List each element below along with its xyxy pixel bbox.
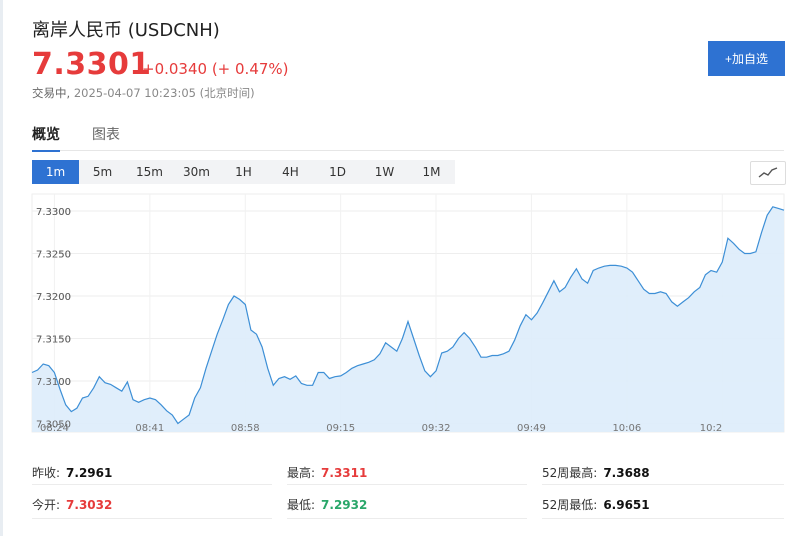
x-tick-label: 10:2 [700, 423, 722, 434]
x-tick-label: 09:15 [326, 423, 355, 434]
stat-prev-close: 昨收: 7.2961 [32, 464, 112, 481]
x-tick-label: 09:49 [517, 423, 546, 434]
price-chart: 7.30507.31007.31507.32007.32507.330008:2… [31, 193, 785, 434]
period-1m-button[interactable]: 1m [32, 160, 79, 184]
stat-value: 7.3311 [321, 466, 368, 480]
stat-value: 6.9651 [603, 498, 650, 512]
y-tick-label: 7.3300 [36, 207, 71, 218]
period-4h-button[interactable]: 4H [267, 160, 314, 184]
add-to-watchlist-button[interactable]: +加自选 [708, 41, 785, 76]
stat-open: 今开: 7.3032 [32, 496, 112, 513]
stat-label: 今开: [32, 498, 61, 512]
view-tabs: 概览 图表 [32, 122, 784, 152]
y-tick-label: 7.3200 [36, 292, 71, 303]
divider [287, 484, 527, 485]
stat-label: 最低: [287, 498, 316, 512]
tab-chart[interactable]: 图表 [92, 124, 120, 144]
tab-overview[interactable]: 概览 [32, 124, 60, 152]
trading-status: 交易中, 2025-04-07 10:23:05 (北京时间) [32, 86, 255, 100]
y-tick-label: 7.3150 [36, 335, 71, 346]
y-tick-label: 7.3050 [36, 420, 71, 431]
status-label: 交易中 [32, 86, 67, 100]
price-change: +0.0340 (+ 0.47%) [142, 60, 289, 78]
period-1mo-button[interactable]: 1M [408, 160, 455, 184]
stat-label: 52周最低: [542, 498, 598, 512]
x-tick-label: 08:41 [135, 423, 164, 434]
stat-label: 52周最高: [542, 466, 598, 480]
period-1w-button[interactable]: 1W [361, 160, 408, 184]
stat-label: 昨收: [32, 466, 61, 480]
divider [32, 518, 272, 519]
period-1d-button[interactable]: 1D [314, 160, 361, 184]
period-1h-button[interactable]: 1H [220, 160, 267, 184]
y-tick-label: 7.3100 [36, 377, 71, 388]
stat-label: 最高: [287, 466, 316, 480]
stat-value: 7.3032 [66, 498, 113, 512]
chart-type-button[interactable] [750, 161, 786, 185]
stat-low: 最低: 7.2932 [287, 496, 367, 513]
period-selector: 1m 5m 15m 30m 1H 4H 1D 1W 1M [32, 160, 455, 184]
divider [542, 518, 784, 519]
y-tick-label: 7.3250 [36, 250, 71, 261]
status-timestamp: 2025-04-07 10:23:05 (北京时间) [73, 86, 255, 100]
stat-52w-low: 52周最低: 6.9651 [542, 496, 650, 513]
period-30m-button[interactable]: 30m [173, 160, 220, 184]
stat-value: 7.3688 [603, 466, 650, 480]
instrument-title: 离岸人民币 (USDCNH) [32, 20, 220, 41]
x-tick-label: 10:06 [612, 423, 641, 434]
stat-value: 7.2961 [66, 466, 113, 480]
stat-52w-high: 52周最高: 7.3688 [542, 464, 650, 481]
last-price: 7.3301 [32, 47, 151, 82]
divider [542, 484, 784, 485]
period-15m-button[interactable]: 15m [126, 160, 173, 184]
x-tick-label: 08:58 [231, 423, 260, 434]
divider [32, 484, 272, 485]
stat-high: 最高: 7.3311 [287, 464, 367, 481]
stat-value: 7.2932 [321, 498, 368, 512]
divider [287, 518, 527, 519]
period-5m-button[interactable]: 5m [79, 160, 126, 184]
line-chart-icon [758, 167, 778, 178]
x-tick-label: 09:32 [422, 423, 451, 434]
